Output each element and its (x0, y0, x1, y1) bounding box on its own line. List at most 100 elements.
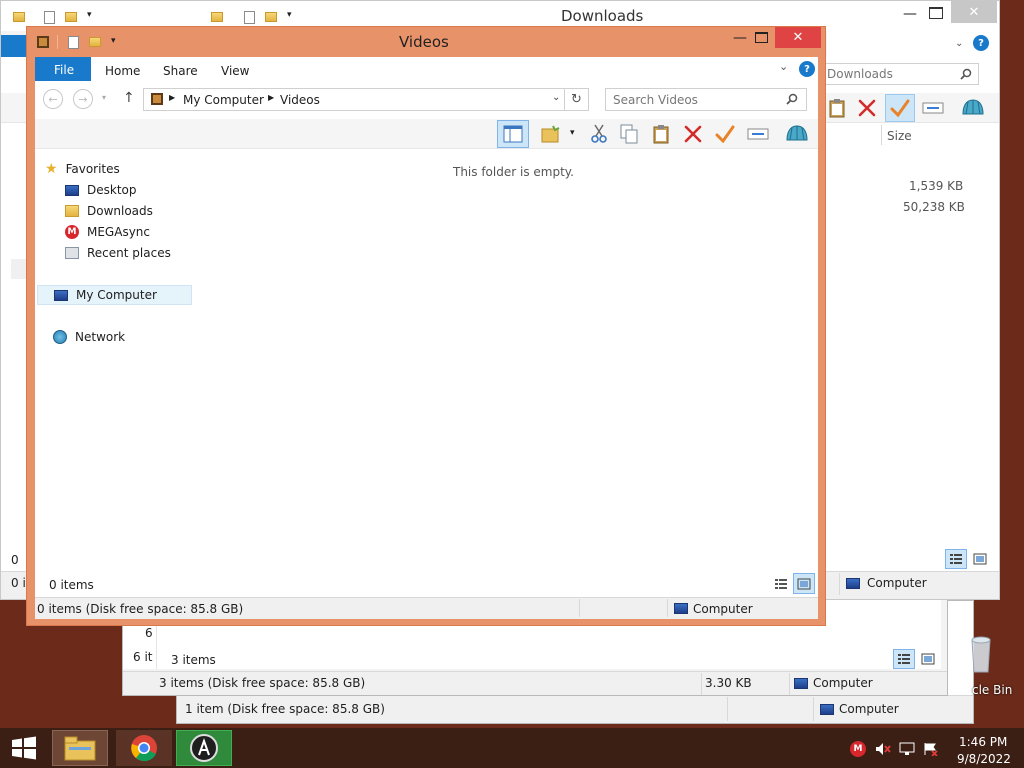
up-button[interactable]: ↑ (123, 91, 135, 105)
cut-icon[interactable] (587, 122, 611, 146)
network-tray-icon[interactable] (898, 740, 916, 758)
nav-my-computer[interactable]: My Computer (37, 285, 192, 305)
minimize-button[interactable]: — (903, 7, 917, 21)
network-icon (53, 330, 67, 344)
nav-recent-label: Recent places (87, 246, 171, 260)
large-icons-view-button[interactable] (917, 649, 939, 669)
search-icon[interactable] (785, 92, 799, 106)
qat-dropdown-icon[interactable]: ▾ (111, 37, 116, 46)
back-button[interactable]: ← (43, 89, 63, 109)
delete-icon[interactable] (681, 122, 705, 146)
paste-icon[interactable] (649, 122, 673, 146)
maximize-button[interactable] (755, 32, 768, 43)
large-icons-view-button[interactable] (793, 573, 815, 594)
close-button[interactable]: ✕ (951, 1, 997, 23)
select-icon[interactable] (713, 122, 737, 146)
videos-folder-icon (149, 91, 165, 107)
navigation-pane-button[interactable] (497, 120, 529, 148)
minimize-button[interactable]: — (733, 31, 747, 45)
mid-status-partial: 6 it (133, 650, 153, 664)
help-icon[interactable]: ? (973, 35, 989, 51)
new-folder-icon[interactable] (63, 9, 79, 25)
close-button[interactable]: ✕ (775, 27, 821, 48)
search-icon[interactable] (959, 67, 973, 81)
rename-icon[interactable] (919, 96, 947, 120)
new-folder-icon[interactable] (263, 9, 279, 25)
nav-favorites[interactable]: ★ Favorites (45, 159, 200, 179)
large-icons-view-button[interactable] (969, 549, 991, 569)
star-icon: ★ (45, 161, 58, 177)
computer-icon (845, 575, 861, 591)
refresh-button[interactable]: ↻ (565, 88, 589, 111)
paste-icon[interactable] (825, 96, 849, 120)
mid-status-text: 3 items (Disk free space: 85.8 GB) (159, 676, 366, 690)
delete-icon[interactable] (855, 96, 879, 120)
breadcrumb-videos[interactable]: Videos (280, 94, 320, 106)
shell-icon[interactable] (783, 122, 811, 146)
new-folder-dropdown-icon[interactable]: ▾ (570, 129, 575, 138)
folder-icon (209, 9, 225, 25)
forward-button[interactable]: → (73, 89, 93, 109)
taskbar-chrome[interactable] (116, 730, 172, 766)
content-pane[interactable] (195, 149, 818, 597)
empty-folder-message: This folder is empty. (453, 165, 574, 179)
clock-date[interactable]: 9/8/2022 (957, 753, 1011, 765)
taskbar: M 1:46 PM 9/8/2022 (0, 728, 1024, 768)
mid-status-size: 3.30 KB (705, 676, 752, 690)
desktop-icon (65, 184, 79, 196)
tab-file-label[interactable]: File (54, 64, 74, 76)
nav-network-label: Network (75, 330, 126, 344)
nav-megasync-label: MEGAsync (87, 225, 150, 239)
computer-icon (793, 675, 809, 691)
videos-status-location: Computer (693, 602, 753, 616)
new-folder-icon[interactable] (87, 34, 103, 50)
clock-time[interactable]: 1:46 PM (959, 736, 1007, 748)
details-view-button[interactable] (771, 574, 791, 594)
taskbar-file-explorer[interactable] (52, 730, 108, 766)
back-status-text: 1 item (Disk free space: 85.8 GB) (185, 702, 385, 716)
help-icon[interactable]: ? (799, 61, 815, 77)
maximize-button[interactable] (929, 7, 943, 19)
start-button[interactable] (6, 732, 42, 764)
navigation-pane: ★ Favorites Desktop Downloads M MEGAsync… (35, 149, 195, 597)
back-status-location: Computer (839, 702, 899, 716)
details-view-button[interactable] (945, 549, 967, 569)
volume-muted-icon[interactable] (874, 740, 892, 758)
qat-dropdown-icon[interactable]: ▾ (287, 11, 292, 20)
ribbon-expand-icon[interactable]: ⌄ (955, 39, 963, 49)
breadcrumb-chevron-icon[interactable]: ▶ (268, 94, 274, 102)
new-folder-menu-icon[interactable] (539, 122, 563, 146)
tab-view[interactable]: View (221, 65, 249, 77)
mega-tray-icon[interactable]: M (850, 741, 866, 757)
column-header-size[interactable]: Size (887, 130, 912, 142)
address-dropdown-icon[interactable]: ⌄ (552, 93, 560, 103)
tab-share[interactable]: Share (163, 65, 198, 77)
videos-search-input[interactable]: Search Videos (613, 94, 698, 106)
rename-icon[interactable] (745, 122, 771, 146)
nav-desktop-label: Desktop (87, 183, 137, 197)
breadcrumb-chevron-icon[interactable]: ▶ (169, 94, 175, 102)
downloads-search-input[interactable]: Downloads (827, 68, 893, 80)
nav-network[interactable]: Network (53, 327, 208, 347)
action-center-icon[interactable] (922, 740, 940, 758)
computer-icon (673, 600, 689, 616)
qat-dropdown-icon[interactable]: ▾ (87, 11, 92, 20)
properties-icon[interactable] (241, 9, 257, 25)
details-view-button[interactable] (893, 649, 915, 669)
properties-icon[interactable] (41, 9, 57, 25)
folder-icon (11, 9, 27, 25)
properties-icon[interactable] (65, 34, 81, 50)
nav-favorites-label: Favorites (65, 162, 120, 176)
downloads-title: Downloads (561, 7, 644, 25)
downloads-left-partial: 0 (11, 553, 19, 567)
recycle-bin-icon[interactable] (966, 632, 996, 676)
select-icon[interactable] (885, 94, 915, 122)
shell-icon[interactable] (959, 96, 987, 120)
ribbon-expand-icon[interactable]: ⌄ (779, 61, 788, 72)
taskbar-app[interactable] (176, 730, 232, 766)
copy-icon[interactable] (617, 122, 641, 146)
folder-icon (35, 34, 51, 50)
tab-home[interactable]: Home (105, 65, 140, 77)
breadcrumb-my-computer[interactable]: My Computer (183, 94, 264, 106)
recent-locations-icon[interactable]: ▾ (102, 94, 106, 102)
